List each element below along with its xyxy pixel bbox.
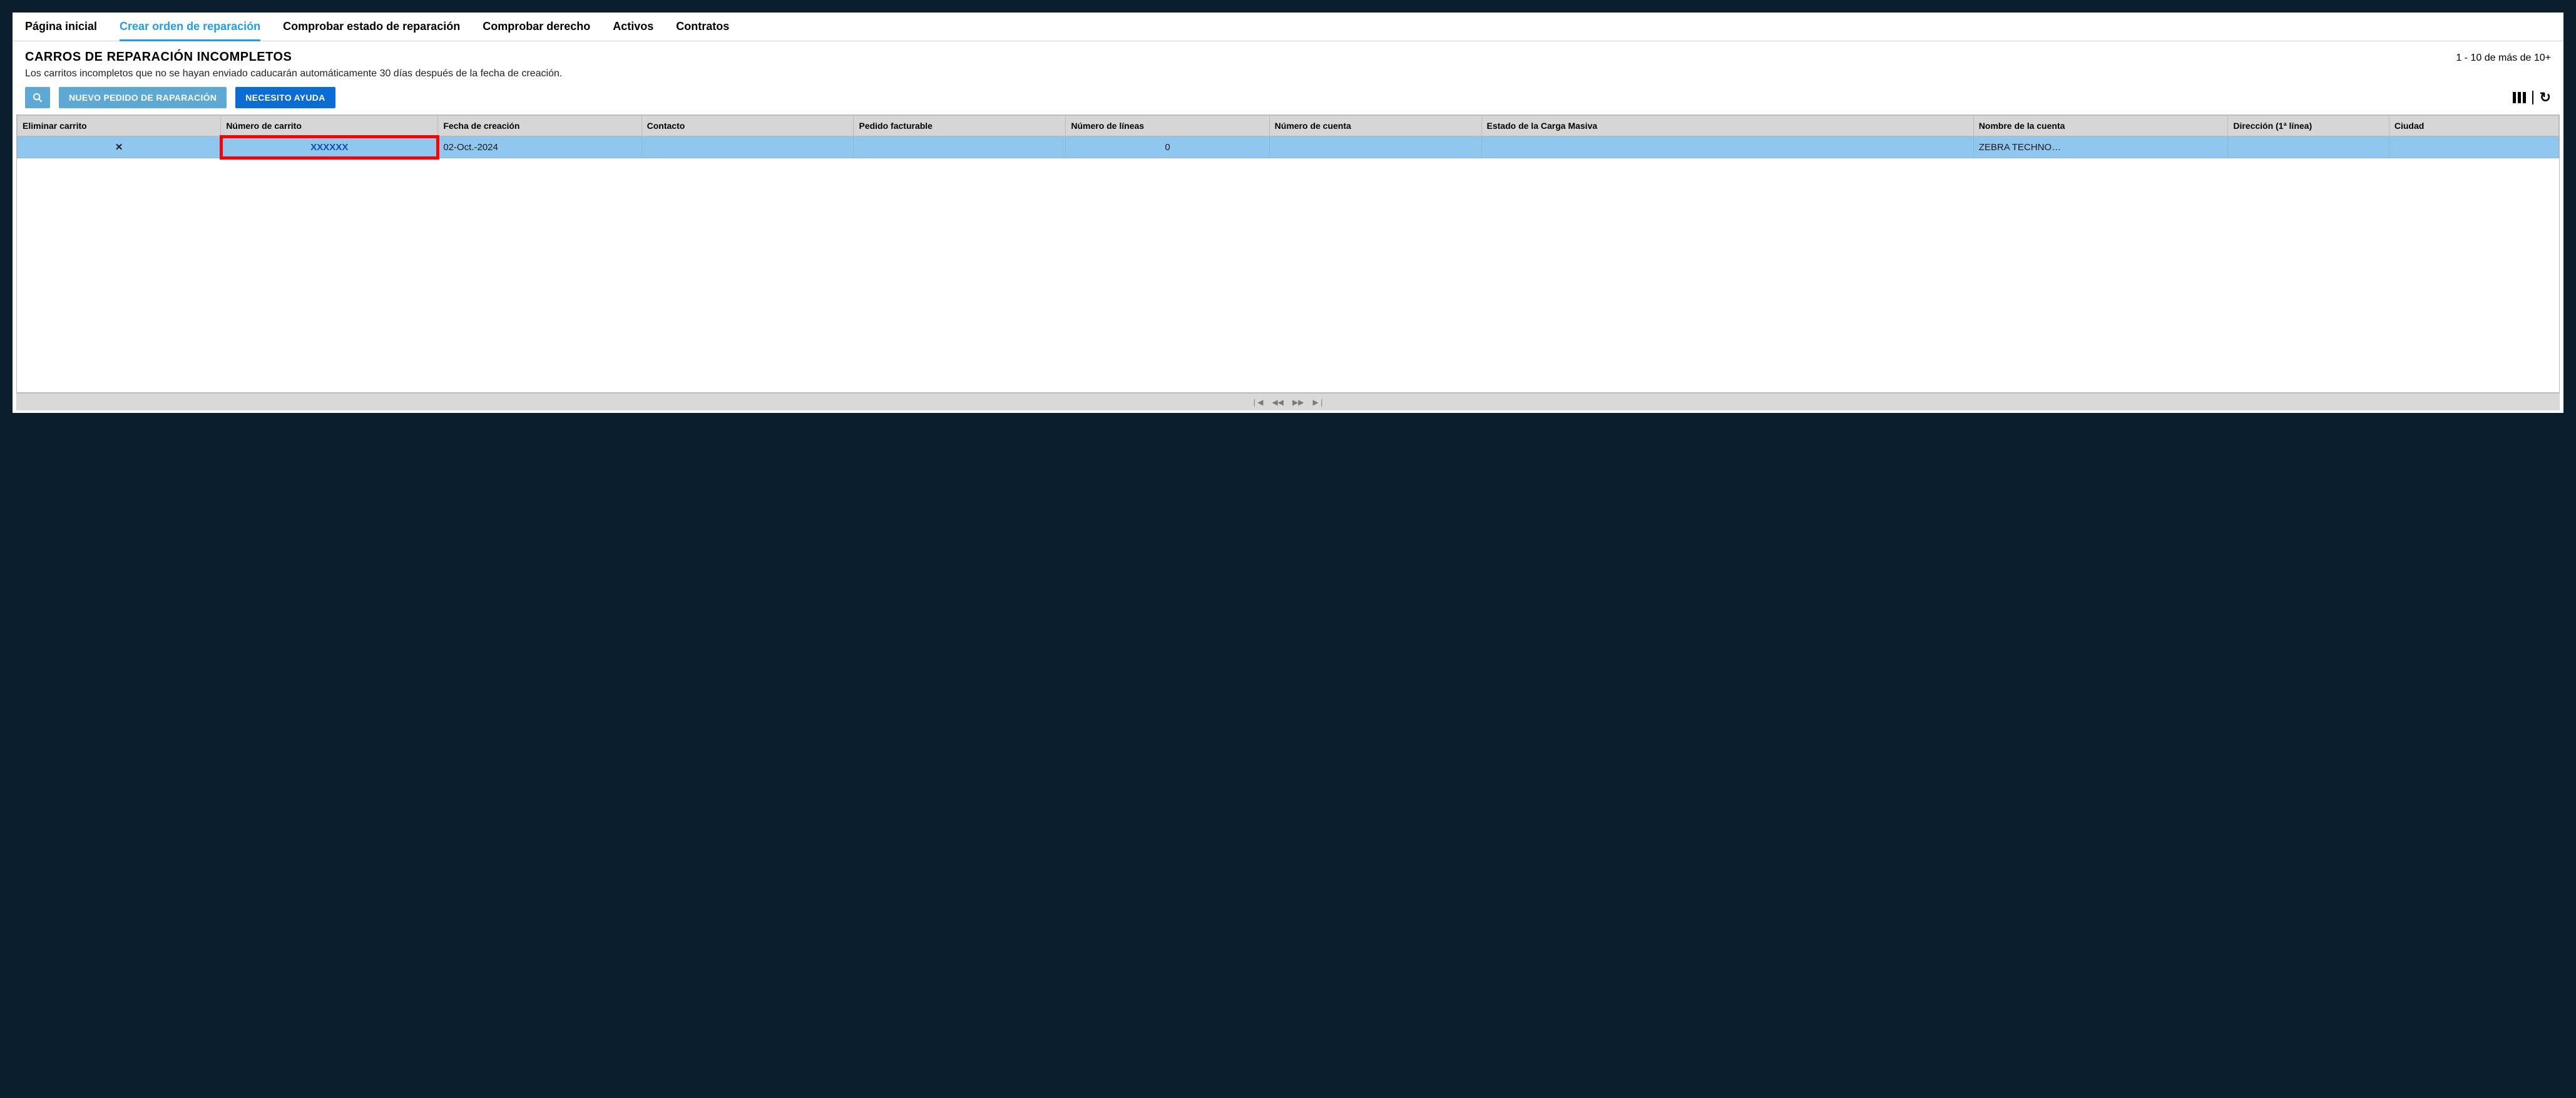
- columns-icon[interactable]: [2513, 92, 2526, 103]
- tab-create-repair-order[interactable]: Crear orden de reparación: [120, 13, 260, 41]
- app-frame: Página inicial Crear orden de reparación…: [13, 13, 2563, 413]
- need-help-button[interactable]: NECESITO AYUDA: [235, 87, 335, 108]
- col-account-name[interactable]: Nombre de la cuenta: [1973, 116, 2228, 136]
- col-address1[interactable]: Dirección (1ª línea): [2228, 116, 2389, 136]
- col-account-number[interactable]: Número de cuenta: [1269, 116, 1481, 136]
- col-contact[interactable]: Contacto: [641, 116, 854, 136]
- table-blank-area: [18, 158, 2559, 371]
- cart-number-link[interactable]: XXXXXX: [310, 142, 348, 153]
- cart-number-cell[interactable]: XXXXXX: [221, 136, 438, 158]
- table-scroll[interactable]: Eliminar carrito Número de carrito Fecha…: [16, 114, 2560, 393]
- toolbar: NUEVO PEDIDO DE RAPARACIÓN NECESITO AYUD…: [13, 84, 2563, 114]
- delete-cart-icon[interactable]: ✕: [18, 136, 221, 158]
- pager-prev-icon[interactable]: ◀◀: [1272, 398, 1284, 407]
- col-cart-number[interactable]: Número de carrito: [221, 116, 438, 136]
- pager-last-icon[interactable]: ▶❘: [1312, 398, 1324, 407]
- pager-first-icon[interactable]: ❘◀: [1251, 398, 1263, 407]
- city-cell: [2389, 136, 2558, 158]
- tab-home[interactable]: Página inicial: [25, 13, 97, 41]
- col-line-count[interactable]: Número de líneas: [1066, 116, 1269, 136]
- search-button[interactable]: [25, 87, 50, 108]
- refresh-icon[interactable]: ↻: [2540, 89, 2551, 106]
- address1-cell: [2228, 136, 2389, 158]
- page-header: CARROS DE REPARACIÓN INCOMPLETOS 1 - 10 …: [13, 41, 2563, 84]
- pager-next-icon[interactable]: ▶▶: [1292, 398, 1304, 407]
- col-bulk-status[interactable]: Estado de la Carga Masiva: [1481, 116, 1973, 136]
- toolbar-divider: [2532, 91, 2533, 104]
- page-subtitle: Los carritos incompletos que no se hayan…: [25, 68, 2551, 79]
- new-repair-order-button[interactable]: NUEVO PEDIDO DE RAPARACIÓN: [59, 87, 227, 108]
- search-icon: [33, 93, 43, 103]
- tab-check-repair-status[interactable]: Comprobar estado de reparación: [283, 13, 460, 41]
- col-creation-date[interactable]: Fecha de creación: [438, 116, 641, 136]
- table-header-row: Eliminar carrito Número de carrito Fecha…: [18, 116, 2559, 136]
- billable-order-cell: [854, 136, 1066, 158]
- line-count-cell: 0: [1066, 136, 1269, 158]
- nav-tabs: Página inicial Crear orden de reparación…: [13, 13, 2563, 41]
- bulk-status-cell: [1481, 136, 1973, 158]
- creation-date-cell: 02-Oct.-2024: [438, 136, 641, 158]
- col-city[interactable]: Ciudad: [2389, 116, 2558, 136]
- tab-contracts[interactable]: Contratos: [676, 13, 729, 41]
- account-name-cell: ZEBRA TECHNO…: [1973, 136, 2228, 158]
- repair-carts-table: Eliminar carrito Número de carrito Fecha…: [17, 115, 2559, 371]
- tab-check-entitlement[interactable]: Comprobar derecho: [483, 13, 590, 41]
- page-title: CARROS DE REPARACIÓN INCOMPLETOS: [25, 50, 292, 64]
- tab-assets[interactable]: Activos: [613, 13, 653, 41]
- col-delete-cart[interactable]: Eliminar carrito: [18, 116, 221, 136]
- table-container: Eliminar carrito Número de carrito Fecha…: [16, 114, 2560, 410]
- pager: ❘◀ ◀◀ ▶▶ ▶❘: [16, 393, 2560, 410]
- col-billable-order[interactable]: Pedido facturable: [854, 116, 1066, 136]
- account-number-cell: [1269, 136, 1481, 158]
- page-count-label: 1 - 10 de más de 10+: [2456, 53, 2551, 64]
- contact-cell: [641, 136, 854, 158]
- table-row[interactable]: ✕ XXXXXX 02-Oct.-2024 0 ZEBRA TECHNO…: [18, 136, 2559, 158]
